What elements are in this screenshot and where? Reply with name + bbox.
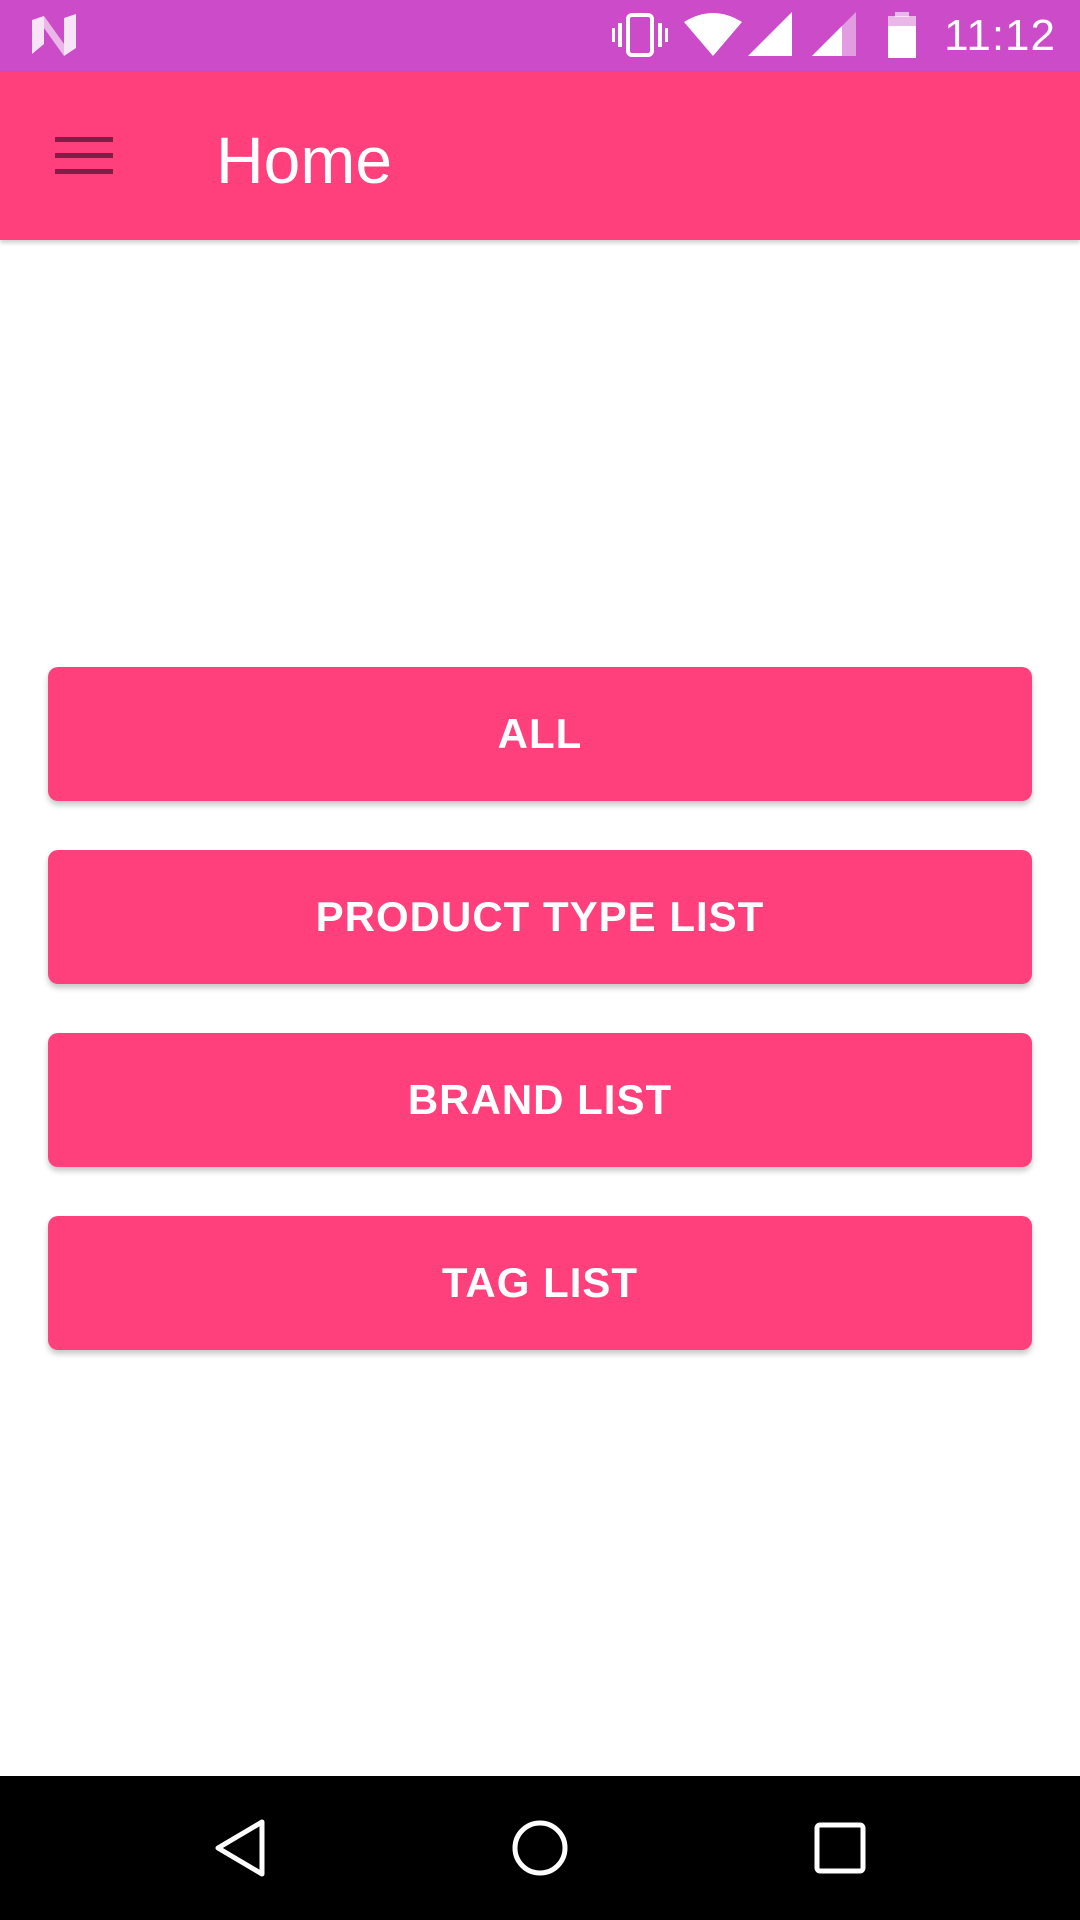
home-button[interactable] bbox=[490, 1798, 590, 1898]
all-button-label: ALL bbox=[497, 710, 583, 757]
tag-list-button[interactable]: TAG LIST bbox=[48, 1216, 1032, 1350]
app-bar: Home bbox=[0, 72, 1080, 240]
all-button[interactable]: ALL bbox=[48, 667, 1032, 801]
recents-icon bbox=[814, 1822, 866, 1874]
back-icon bbox=[215, 1819, 265, 1877]
back-button[interactable] bbox=[190, 1798, 290, 1898]
brand-list-button[interactable]: BRAND LIST bbox=[48, 1033, 1032, 1167]
battery-icon bbox=[888, 12, 916, 58]
wifi-icon bbox=[684, 13, 742, 56]
brand-list-button-label: BRAND LIST bbox=[407, 1076, 673, 1123]
status-time: 11:12 bbox=[944, 11, 1056, 60]
product-type-list-button-label: PRODUCT TYPE LIST bbox=[315, 893, 765, 940]
status-bar: 11:12 bbox=[0, 0, 1080, 72]
signal-icon bbox=[812, 12, 856, 56]
home-icon bbox=[512, 1820, 568, 1876]
home-screen: 11:12 Home ALL PRODUCT TYPE LIST BRAND L… bbox=[0, 0, 1080, 1920]
menu-button[interactable] bbox=[36, 112, 132, 200]
signal-icon bbox=[748, 12, 792, 56]
recents-button[interactable] bbox=[790, 1798, 890, 1898]
vibrate-icon bbox=[612, 13, 668, 57]
navigation-bar bbox=[0, 1776, 1080, 1920]
product-type-list-button[interactable]: PRODUCT TYPE LIST bbox=[48, 850, 1032, 984]
menu-icon bbox=[55, 137, 113, 174]
page-title: Home bbox=[216, 123, 393, 197]
n-logo-icon bbox=[32, 14, 76, 56]
tag-list-button-label: TAG LIST bbox=[441, 1259, 639, 1306]
